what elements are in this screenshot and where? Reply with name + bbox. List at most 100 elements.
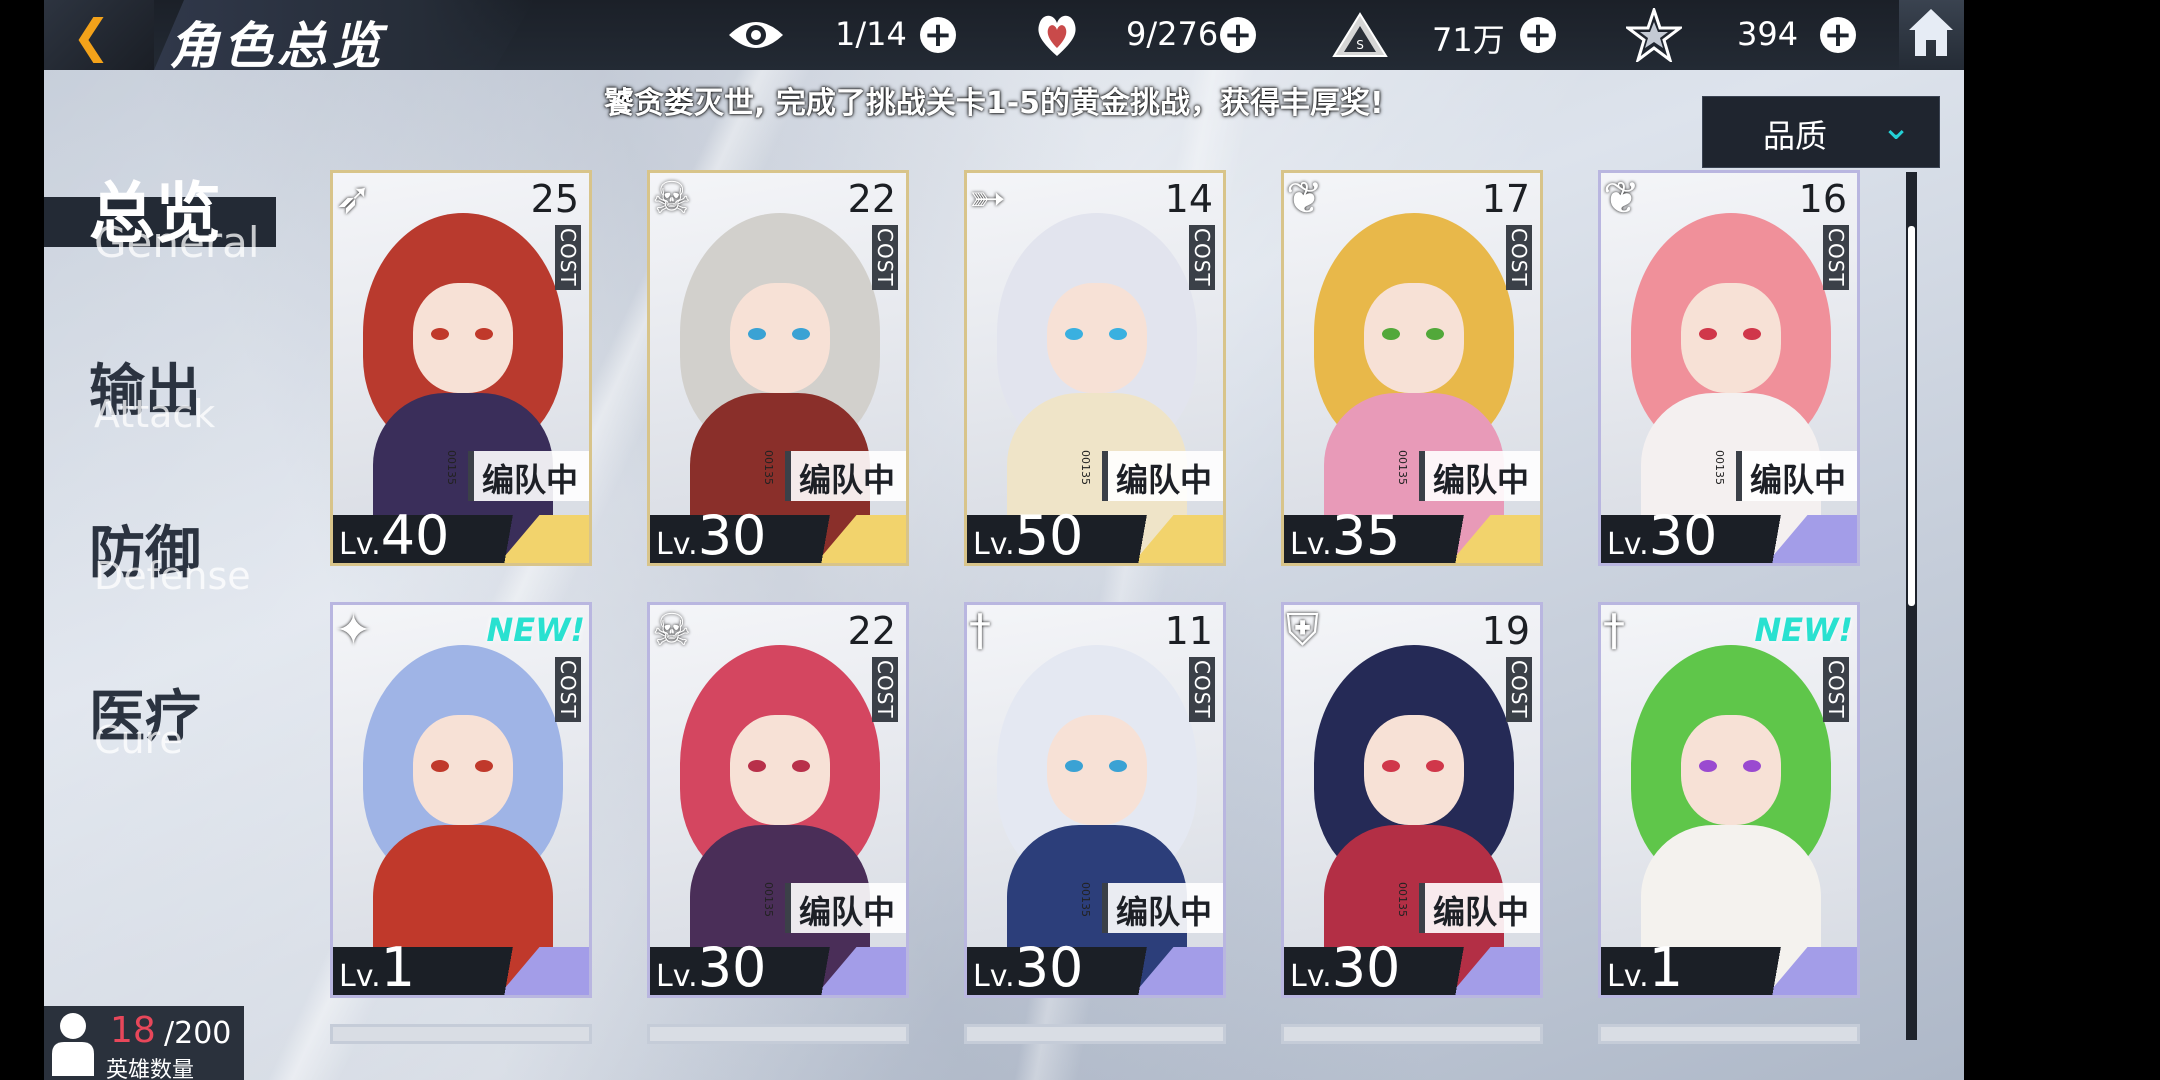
hero-count-current: 18: [110, 1010, 156, 1051]
hero-card[interactable]: † 11 COST 00135 编队中 Lv.30: [964, 602, 1226, 998]
resource-gold-value: 71万: [1432, 21, 1505, 59]
hero-level: Lv.30: [973, 936, 1084, 998]
hero-card[interactable]: ➳ 14 COST 00135 编队中 Lv.50: [964, 170, 1226, 566]
hero-card[interactable]: † NEW! COST Lv.1: [1598, 602, 1860, 998]
hero-level: Lv.30: [1607, 504, 1718, 566]
hero-card[interactable]: ➶ 25 COST 00135 编队中 Lv.40: [330, 170, 592, 566]
level-value: 50: [1014, 504, 1084, 566]
triangle-emblem-icon: S: [1332, 12, 1388, 57]
hero-card-partial[interactable]: [964, 1024, 1226, 1044]
horned-skull-icon: ☠: [652, 173, 692, 224]
category-cure[interactable]: 医疗 Cure: [44, 666, 304, 776]
home-button[interactable]: [1899, 0, 1964, 70]
add-heart-button[interactable]: +: [1220, 17, 1256, 53]
resource-eye: 1/14: [709, 0, 939, 70]
hero-card-partial[interactable]: [1281, 1024, 1543, 1044]
svg-text:S: S: [1356, 38, 1364, 52]
barcode-text: 00135: [1079, 450, 1092, 485]
cost-label: COST: [1189, 657, 1215, 722]
in-team-label: 编队中: [1116, 893, 1213, 931]
hero-count-label: 英雄数量: [106, 1058, 195, 1080]
new-badge: NEW!: [486, 611, 585, 649]
hero-cost: 25: [530, 177, 579, 221]
in-team-label: 编队中: [799, 461, 896, 499]
level-prefix: Lv.: [1290, 527, 1332, 562]
hero-level: Lv.35: [1290, 504, 1401, 566]
hero-card[interactable]: ❦ 17 COST 00135 编队中 Lv.35: [1281, 170, 1543, 566]
in-team-badge: 00135 编队中: [1396, 882, 1540, 933]
cost-label: COST: [872, 657, 898, 722]
category-defense[interactable]: 防御 Defense: [44, 502, 304, 612]
cost-label: COST: [872, 225, 898, 290]
scrollbar-thumb[interactable]: [1908, 226, 1915, 606]
resource-gold: S 71万: [1284, 0, 1544, 70]
level-value: 30: [1331, 936, 1401, 998]
shuriken-icon: ✦: [335, 605, 372, 656]
category-attack-en: Attack: [94, 392, 216, 436]
horned-skull-icon: ☠: [652, 605, 692, 656]
barcode-text: 00135: [1079, 882, 1092, 917]
level-value: 1: [380, 936, 416, 998]
scrolling-announcement: 饕贪娄灭世, 完成了挑战关卡1-5的黄金挑战，获得丰厚奖!: [604, 86, 1384, 121]
in-team-badge: 00135 编队中: [1713, 450, 1857, 501]
hero-card[interactable]: ⛨ 19 COST 00135 编队中 Lv.30: [1281, 602, 1543, 998]
new-badge: NEW!: [1754, 611, 1853, 649]
in-team-badge: 00135 编队中: [762, 450, 906, 501]
barcode-text: 00135: [762, 882, 775, 917]
category-attack[interactable]: 输出 Attack: [44, 340, 304, 450]
add-gold-button[interactable]: +: [1520, 17, 1556, 53]
hero-level: Lv.50: [973, 504, 1084, 566]
in-team-badge: 00135 编队中: [1396, 450, 1540, 501]
barcode-text: 00135: [762, 450, 775, 485]
sort-dropdown-label: 品质: [1763, 117, 1828, 155]
add-star-button[interactable]: +: [1820, 17, 1856, 53]
hero-count-max: /200: [164, 1016, 232, 1051]
hero-card-partial[interactable]: [330, 1024, 592, 1044]
hero-level: Lv.30: [656, 936, 767, 998]
level-prefix: Lv.: [339, 959, 381, 994]
cost-label: COST: [555, 225, 581, 290]
resource-star: 394: [1584, 0, 1844, 70]
crossbow-icon: ➳: [969, 173, 1006, 224]
level-value: 30: [697, 936, 767, 998]
category-general-en: General: [94, 218, 260, 267]
top-bar: ❮ 角色总览 1/14 + 9/276 + S 71万 + 394 +: [44, 0, 1964, 75]
hero-level: Lv.1: [339, 936, 416, 998]
hero-card[interactable]: ☠ 22 COST 00135 编队中 Lv.30: [647, 170, 909, 566]
hero-card[interactable]: ☠ 22 COST 00135 编队中 Lv.30: [647, 602, 909, 998]
level-value: 30: [1014, 936, 1084, 998]
barcode-text: 00135: [445, 450, 458, 485]
hero-card[interactable]: ❦ 16 COST 00135 编队中 Lv.30: [1598, 170, 1860, 566]
hero-count-panel: 18 /200 英雄数量: [44, 1006, 244, 1080]
level-value: 1: [1648, 936, 1684, 998]
hero-card[interactable]: ✦ NEW! COST Lv.1: [330, 602, 592, 998]
heart-icon: [1038, 15, 1076, 56]
in-team-badge: 00135 编队中: [1079, 882, 1223, 933]
in-team-label: 编队中: [1433, 893, 1530, 931]
hero-card-partial[interactable]: [1598, 1024, 1860, 1044]
level-value: 35: [1331, 504, 1401, 566]
sort-quality-dropdown[interactable]: 品质 ⌄: [1702, 96, 1940, 168]
hero-cost: 16: [1798, 177, 1847, 221]
hero-level: Lv.30: [656, 504, 766, 563]
person-icon: [52, 1013, 94, 1076]
in-team-label: 编队中: [482, 461, 579, 499]
cost-label: COST: [1189, 225, 1215, 290]
in-team-badge: 00135 编队中: [762, 882, 906, 933]
add-eye-button[interactable]: +: [920, 17, 956, 53]
category-general[interactable]: 总览 General: [44, 0, 304, 280]
category-cure-en: Cure: [94, 718, 183, 762]
level-value: 30: [1648, 504, 1718, 566]
eye-icon: [729, 22, 783, 48]
in-team-label: 编队中: [1433, 461, 1530, 499]
level-prefix: Lv.: [656, 527, 698, 562]
barcode-text: 00135: [1396, 882, 1409, 917]
in-team-badge: 00135 编队中: [445, 450, 589, 501]
chevron-down-icon: ⌄: [1881, 107, 1912, 148]
hero-card-partial[interactable]: [647, 1024, 909, 1044]
home-icon: [1909, 9, 1953, 56]
star-emblem-icon: [1626, 8, 1682, 62]
category-defense-en: Defense: [94, 554, 251, 598]
in-team-label: 编队中: [1750, 461, 1847, 499]
resource-heart: 9/276: [994, 0, 1254, 70]
